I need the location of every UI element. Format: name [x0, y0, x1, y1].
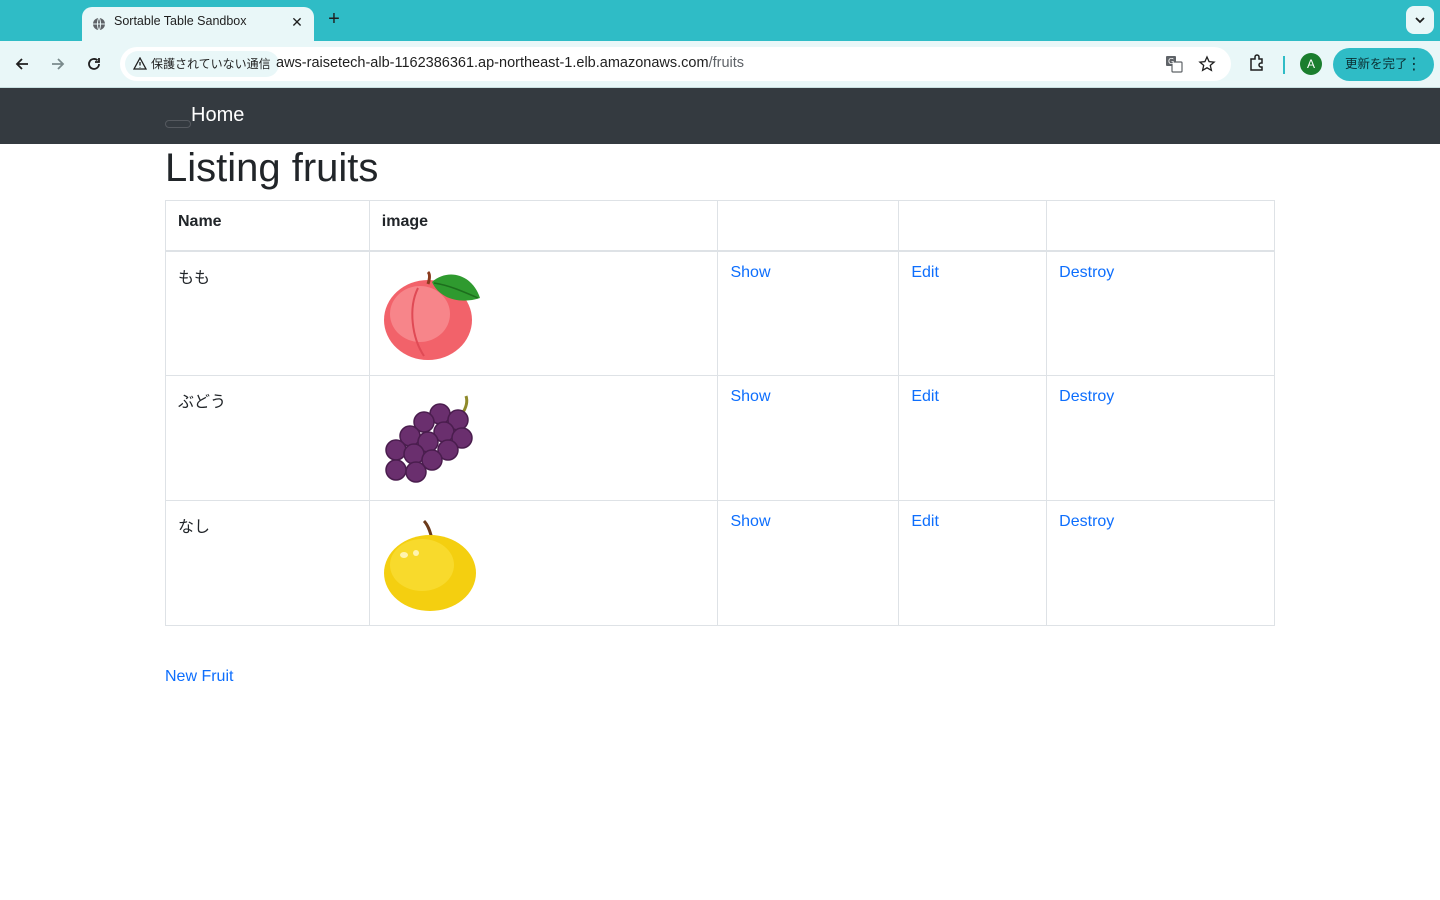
home-link[interactable]: Home — [191, 104, 244, 127]
update-label: 更新を完了 — [1345, 57, 1408, 71]
destroy-link[interactable]: Destroy — [1059, 264, 1114, 281]
security-label: 保護されていない通信 — [151, 57, 271, 71]
reload-button[interactable] — [81, 51, 107, 77]
fruit-image-cell — [368, 500, 719, 626]
arrow-right-icon — [52, 58, 65, 70]
header-show — [717, 200, 900, 252]
edit-cell: Edit — [898, 375, 1048, 501]
arrow-left-icon — [15, 58, 28, 70]
fruit-image-cell — [368, 250, 719, 376]
edit-link[interactable]: Edit — [911, 388, 939, 405]
back-button[interactable] — [9, 51, 35, 77]
show-link[interactable]: Show — [730, 513, 770, 530]
fruit-name: なし — [165, 500, 370, 626]
svg-text:G: G — [1168, 57, 1174, 66]
header-image: image — [368, 200, 719, 252]
fruit-name: もも — [165, 250, 370, 376]
bookmark-star-icon[interactable] — [1198, 55, 1216, 73]
page-title: Listing fruits — [165, 146, 379, 190]
destroy-cell: Destroy — [1046, 375, 1275, 501]
forward-button[interactable] — [45, 51, 71, 77]
browser-tab[interactable]: Sortable Table Sandbox ✕ — [82, 7, 314, 41]
new-fruit-link[interactable]: New Fruit — [165, 668, 233, 686]
tab-title: Sortable Table Sandbox — [114, 14, 247, 28]
url-text[interactable]: aws-raisetech-alb-1162386361.ap-northeas… — [276, 55, 744, 71]
browser-tabstrip: Sortable Table Sandbox ✕ + — [0, 0, 1440, 41]
tab-search-button[interactable] — [1406, 6, 1434, 34]
site-navbar: Home — [0, 88, 1440, 144]
fruit-name: ぶどう — [165, 375, 370, 501]
address-bar[interactable]: 保護されていない通信 aws-raisetech-alb-1162386361.… — [120, 47, 1231, 81]
destroy-link[interactable]: Destroy — [1059, 388, 1114, 405]
warning-icon — [133, 57, 147, 70]
show-cell: Show — [717, 250, 900, 376]
show-link[interactable]: Show — [730, 264, 770, 281]
chevron-down-icon — [1415, 17, 1425, 24]
fruit-image-cell — [368, 375, 719, 501]
close-tab-icon[interactable]: ✕ — [288, 13, 306, 31]
navbar-toggler[interactable] — [165, 120, 191, 128]
show-cell: Show — [717, 500, 900, 626]
destroy-cell: Destroy — [1046, 250, 1275, 376]
table-row: ぶどう Show Edit Destroy — [165, 375, 1275, 501]
url-path: /fruits — [708, 55, 745, 71]
edit-link[interactable]: Edit — [911, 513, 939, 530]
reload-icon — [88, 58, 100, 70]
table-row: もも Show Edit Destroy — [165, 250, 1275, 376]
toolbar-divider — [1283, 56, 1285, 74]
table-header-row: Name image — [165, 200, 1275, 252]
update-button[interactable]: 更新を完了 ⋮ — [1333, 48, 1434, 81]
edit-cell: Edit — [898, 250, 1048, 376]
translate-icon[interactable]: G — [1165, 55, 1183, 73]
header-destroy — [1046, 200, 1275, 252]
grape-icon — [385, 395, 473, 483]
extensions-icon[interactable] — [1247, 53, 1269, 75]
browser-toolbar: 保護されていない通信 aws-raisetech-alb-1162386361.… — [0, 41, 1440, 88]
table-row: なし Show Edit Destroy — [165, 500, 1275, 626]
header-edit — [898, 200, 1048, 252]
show-link[interactable]: Show — [730, 388, 770, 405]
globe-icon — [92, 17, 106, 31]
header-name: Name — [165, 200, 370, 252]
url-host: aws-raisetech-alb-1162386361.ap-northeas… — [276, 55, 709, 71]
new-tab-button[interactable]: + — [322, 8, 346, 32]
show-cell: Show — [717, 375, 900, 501]
pear-icon — [383, 519, 476, 611]
security-chip[interactable]: 保護されていない通信 — [125, 51, 279, 77]
destroy-link[interactable]: Destroy — [1059, 513, 1114, 530]
edit-cell: Edit — [898, 500, 1048, 626]
profile-avatar[interactable]: A — [1300, 53, 1322, 75]
edit-link[interactable]: Edit — [911, 264, 939, 281]
peach-icon — [383, 270, 480, 360]
fruits-table: Name image もも Show Edit Destroy ぶどう Show… — [165, 200, 1275, 626]
more-vert-icon: ⋮ — [1406, 56, 1422, 73]
destroy-cell: Destroy — [1046, 500, 1275, 626]
